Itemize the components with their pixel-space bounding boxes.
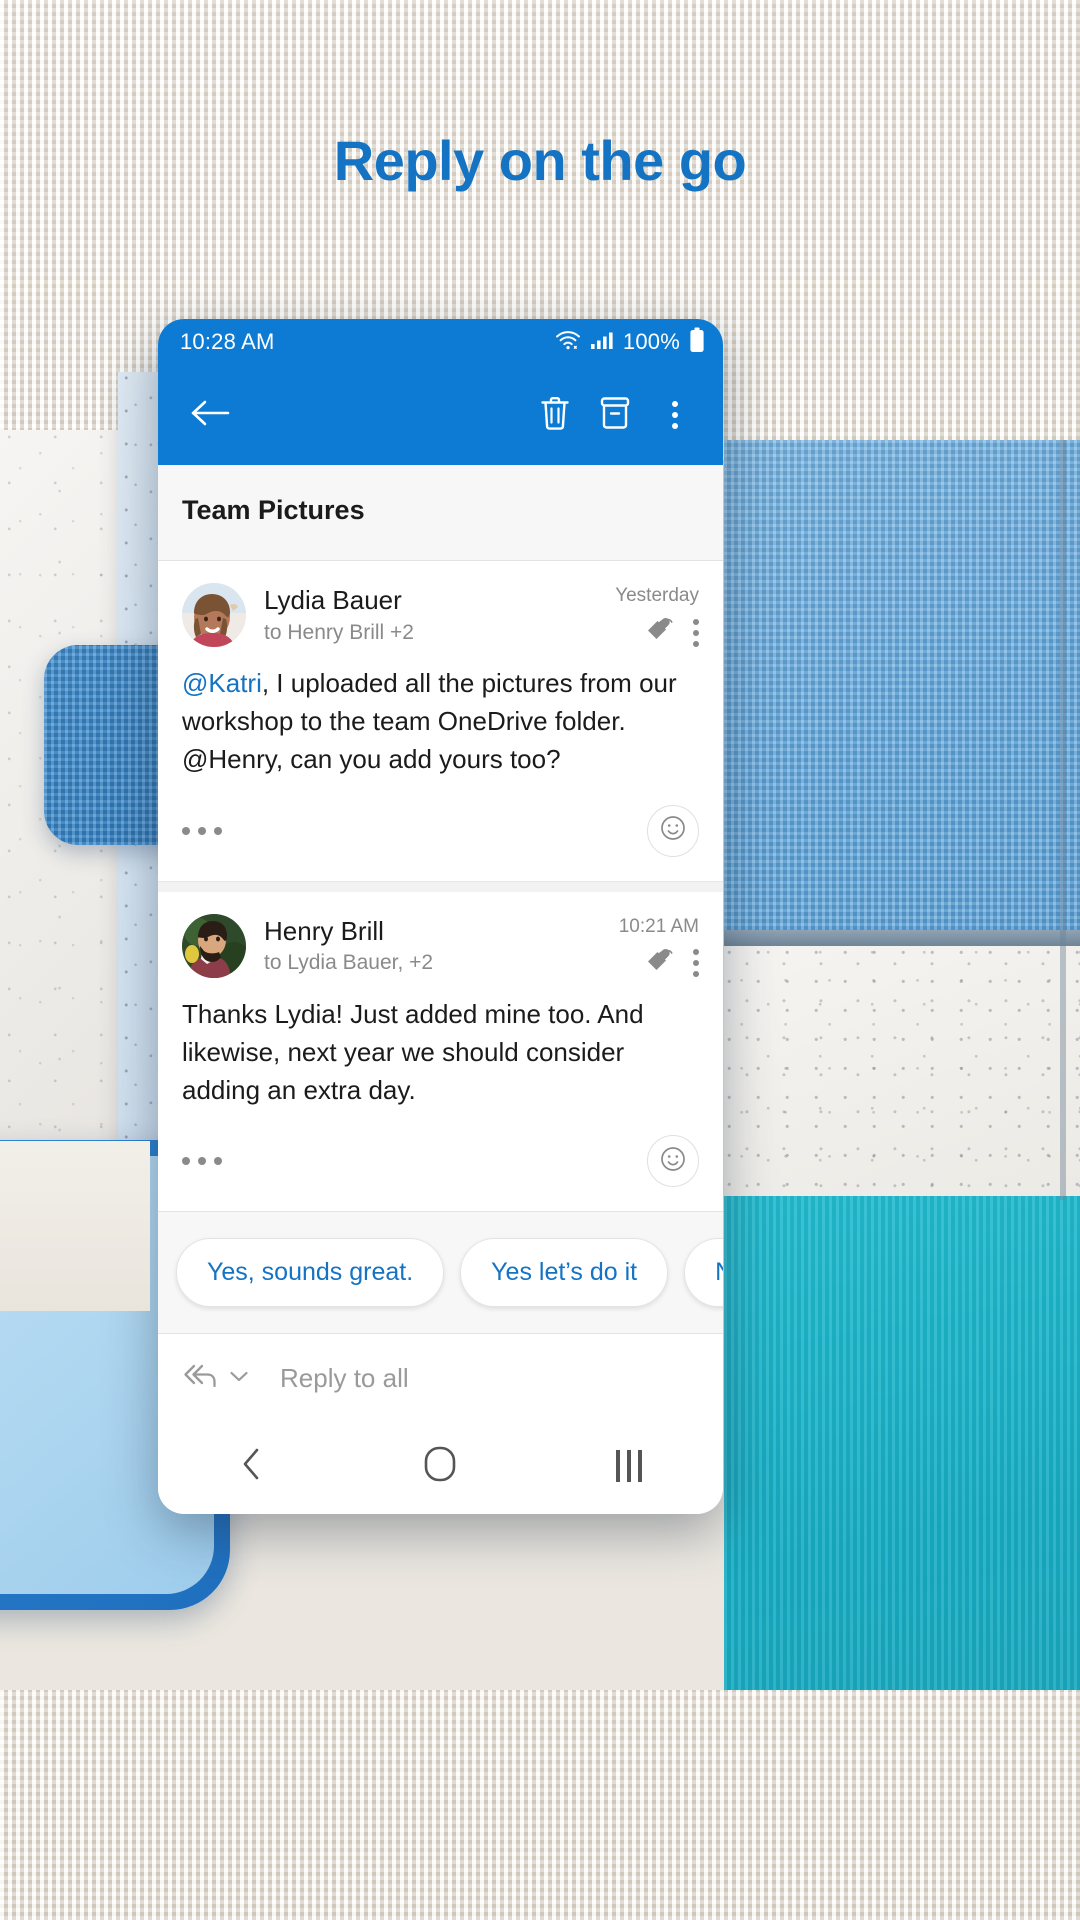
nav-recents-button[interactable] xyxy=(574,1431,684,1501)
phone-mockup: 10:28 AM 100% Team Pictures Lydia Bauer … xyxy=(158,319,723,1514)
android-nav-bar xyxy=(158,1423,723,1510)
message-body-text: Thanks Lydia! Just added mine too. And l… xyxy=(182,998,644,1106)
reply-bar[interactable]: Reply to all xyxy=(158,1333,723,1424)
promo-headline: Reply on the go xyxy=(333,129,747,192)
reply-icon[interactable] xyxy=(645,948,675,979)
message-timestamp: Yesterday xyxy=(615,585,699,606)
chevron-down-icon xyxy=(228,1368,250,1389)
archive-button[interactable] xyxy=(585,385,645,445)
battery-percent-label: 100% xyxy=(622,329,680,354)
message-gap xyxy=(158,881,723,892)
overflow-menu-icon xyxy=(672,401,678,429)
nav-recents-icon xyxy=(615,1450,642,1483)
page-title: Team Pictures xyxy=(182,495,365,525)
trash-icon xyxy=(538,393,572,438)
message-footer xyxy=(182,1109,699,1211)
suggested-reply-chip[interactable]: Yes let’s do it xyxy=(460,1238,669,1308)
message-header: Lydia Bauer to Henry Brill +2 Yesterday xyxy=(182,583,699,648)
message-header: Henry Brill to Lydia Bauer, +2 10:21 AM xyxy=(182,913,699,979)
message-overflow-icon[interactable] xyxy=(693,618,699,647)
reply-mode-selector[interactable] xyxy=(182,1361,250,1396)
background-seam xyxy=(1060,440,1066,1200)
reply-input[interactable]: Reply to all xyxy=(250,1363,409,1394)
status-clock: 10:28 AM xyxy=(180,329,275,354)
nav-home-icon xyxy=(423,1445,457,1488)
back-arrow-icon xyxy=(190,397,230,434)
message-body: Thanks Lydia! Just added mine too. And l… xyxy=(182,979,699,1110)
reply-all-icon xyxy=(182,1361,220,1396)
mention-katri[interactable]: @Katri xyxy=(182,668,262,698)
nav-back-icon xyxy=(240,1447,264,1486)
background-mat-divider xyxy=(724,930,1080,946)
emoji-reaction-icon xyxy=(659,1145,687,1178)
overflow-menu-button[interactable] xyxy=(645,385,705,445)
background-stone-right xyxy=(724,946,1080,1196)
background-fabric-bottom xyxy=(0,1690,1080,1920)
message-thread: Lydia Bauer to Henry Brill +2 Yesterday xyxy=(158,561,723,1212)
promo-page: Reply on the go 10:28 AM 100% Team Pictu… xyxy=(0,0,1080,1920)
expand-ellipsis-icon[interactable] xyxy=(182,1157,222,1166)
message-timestamp: 10:21 AM xyxy=(618,915,699,937)
message-item[interactable]: Lydia Bauer to Henry Brill +2 Yesterday xyxy=(158,561,723,881)
suggested-replies-bar: Yes, sounds great. Yes let’s do it Not t… xyxy=(158,1211,723,1334)
archive-icon xyxy=(597,394,633,437)
suggested-reply-chip[interactable]: Yes, sounds great. xyxy=(176,1238,445,1308)
emoji-reaction-icon xyxy=(659,814,687,847)
avatar[interactable] xyxy=(182,913,246,978)
background-teal-tile xyxy=(724,1196,1080,1756)
cellular-signal-icon xyxy=(590,330,614,355)
nav-back-button[interactable] xyxy=(197,1431,307,1501)
delete-button[interactable] xyxy=(525,385,585,445)
battery-icon xyxy=(689,327,705,358)
emoji-reaction-button[interactable] xyxy=(647,1135,699,1188)
background-blue-mat xyxy=(724,440,1080,940)
message-sender: Lydia Bauer xyxy=(264,585,402,615)
message-item[interactable]: Henry Brill to Lydia Bauer, +2 10:21 AM xyxy=(158,891,723,1212)
message-body: @Katri, I uploaded all the pictures from… xyxy=(182,648,699,779)
reply-icon[interactable] xyxy=(645,617,675,648)
subject-header: Team Pictures xyxy=(158,465,723,561)
message-recipients[interactable]: to Lydia Bauer, +2 xyxy=(264,951,619,975)
app-bar xyxy=(158,365,723,465)
message-footer xyxy=(182,779,699,881)
message-actions xyxy=(615,617,699,648)
emoji-reaction-button[interactable] xyxy=(647,804,699,857)
nav-home-button[interactable] xyxy=(385,1431,495,1501)
message-meta: 10:21 AM xyxy=(619,914,699,979)
message-meta: Yesterday xyxy=(615,583,699,648)
status-bar: 10:28 AM 100% xyxy=(158,319,723,365)
back-button[interactable] xyxy=(180,385,240,445)
suggested-reply-chip[interactable]: Not this xyxy=(684,1238,723,1308)
status-icons: 100% xyxy=(555,327,705,358)
message-participants: Lydia Bauer to Henry Brill +2 xyxy=(246,583,615,645)
wifi-icon xyxy=(555,329,581,356)
message-overflow-icon[interactable] xyxy=(693,949,699,978)
message-recipients[interactable]: to Henry Brill +2 xyxy=(264,621,615,645)
message-participants: Henry Brill to Lydia Bauer, +2 xyxy=(246,914,619,976)
avatar[interactable] xyxy=(182,583,246,647)
expand-ellipsis-icon[interactable] xyxy=(182,826,222,835)
message-actions xyxy=(619,948,699,979)
message-sender: Henry Brill xyxy=(264,915,384,946)
